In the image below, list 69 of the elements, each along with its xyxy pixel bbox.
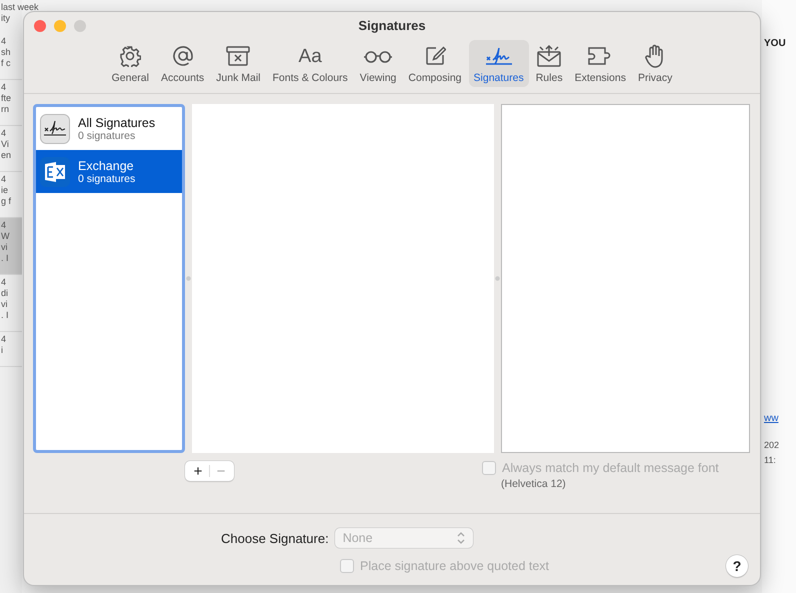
help-button[interactable]: ? xyxy=(726,555,748,577)
compose-icon xyxy=(424,45,446,67)
message-fragment: last week xyxy=(1,2,39,13)
at-sign-icon xyxy=(172,45,194,67)
message-fragment: i xyxy=(1,345,4,356)
message-fragment: 4 xyxy=(1,82,8,93)
message-fragment: 4 xyxy=(1,174,8,185)
message-fragment: W xyxy=(1,231,10,242)
toolbar-tab[interactable]: Junk Mail xyxy=(211,40,266,87)
message-row[interactable]: 4 W vi . I xyxy=(0,218,22,275)
message-fragment: 4 xyxy=(1,277,8,288)
signature-count: 0 signatures xyxy=(78,130,136,142)
message-fragment: 202 xyxy=(764,440,780,451)
message-row[interactable]: 4 sh f c xyxy=(0,34,22,80)
message-fragment: sh xyxy=(1,47,12,58)
message-fragment: 4 xyxy=(1,36,8,47)
toolbar-tab[interactable]: Aa Fonts & Colours xyxy=(268,40,353,87)
signature-icon xyxy=(484,45,514,67)
message-fragment: vi xyxy=(1,299,8,310)
message-fragment: en xyxy=(1,150,12,161)
message-fragment: ity xyxy=(1,13,11,24)
choose-signature-label: Choose Signature: xyxy=(221,530,329,546)
close-button[interactable] xyxy=(34,20,46,32)
font-note: (Helvetica 12) xyxy=(501,478,567,490)
message-fragment: fte xyxy=(1,93,12,104)
exchange-icon xyxy=(40,156,70,186)
toolbar-tab[interactable]: General xyxy=(106,40,154,87)
message-row[interactable]: 4 Vi en xyxy=(0,126,22,172)
zoom-button[interactable] xyxy=(74,20,86,32)
message-fragment: . I xyxy=(1,310,10,321)
toolbar-tab[interactable]: Viewing xyxy=(354,40,402,87)
message-fragment: Vi xyxy=(1,139,10,150)
message-fragment: rn xyxy=(1,104,10,115)
gear-icon xyxy=(119,45,142,67)
toolbar-tab[interactable]: Rules xyxy=(530,40,568,87)
signature-editor[interactable] xyxy=(501,104,750,453)
toolbar-tab[interactable]: Composing xyxy=(403,40,467,87)
message-row[interactable]: 4 fte rn xyxy=(0,80,22,126)
account-name: All Signatures xyxy=(78,116,156,130)
toolbar-tab[interactable]: Privacy xyxy=(632,40,678,87)
message-fragment: ie xyxy=(1,185,10,196)
minimize-button[interactable] xyxy=(54,20,66,32)
signature-icon xyxy=(40,114,70,144)
signature-count: 0 signatures xyxy=(78,172,136,184)
message-fragment: vi xyxy=(1,242,8,253)
message-heading: YOU xyxy=(764,38,787,49)
message-row[interactable]: 4 i xyxy=(0,332,22,367)
envelope-arrows-icon xyxy=(536,44,562,68)
message-fragment: f c xyxy=(1,58,12,69)
message-fragment: g f xyxy=(1,196,12,207)
message-fragment: 11: xyxy=(764,455,777,466)
toolbar-tab[interactable]: Extensions xyxy=(570,40,631,87)
chevron-updown-icon xyxy=(456,532,465,544)
account-name: Exchange xyxy=(78,158,134,172)
toolbar-tab[interactable]: Signatures xyxy=(468,40,529,87)
message-row[interactable]: 4 di vi . I xyxy=(0,275,22,332)
account-row[interactable]: Exchange 0 signatures xyxy=(36,150,182,193)
message-fragment: 4 xyxy=(1,334,8,345)
message-fragment: di xyxy=(1,288,10,299)
message-link[interactable]: ww xyxy=(764,413,796,424)
toolbar-tab[interactable]: Accounts xyxy=(156,40,210,87)
trash-bin-icon xyxy=(225,45,252,67)
add-button[interactable]: + xyxy=(187,462,209,480)
message-fragment: 4 xyxy=(1,128,8,139)
message-fragment: 4 xyxy=(1,220,8,231)
window-title: Signatures xyxy=(358,18,426,32)
account-row[interactable]: All Signatures 0 signatures xyxy=(36,107,182,150)
message-fragment: . I xyxy=(1,253,10,264)
font-sample-icon: Aa xyxy=(298,46,322,66)
